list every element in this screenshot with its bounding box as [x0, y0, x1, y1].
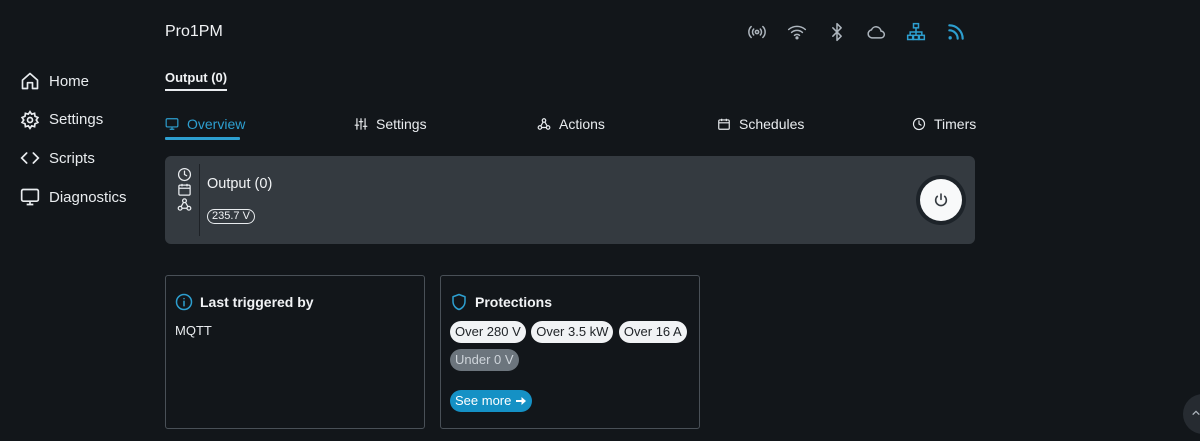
sidebar-item-label: Home: [49, 72, 90, 90]
tab-label: Timers: [934, 116, 977, 132]
protections-card: Protections Over 280 V Over 3.5 kW Over …: [440, 275, 700, 429]
rss-icon[interactable]: [946, 22, 966, 42]
tab-bar: Overview Settings Actions Schedules Time…: [165, 114, 976, 142]
code-icon: [20, 148, 40, 168]
protection-list: Over 280 V Over 3.5 kW Over 16 A Under 0…: [450, 321, 690, 377]
sidebar: Home Settings Scripts Diagnostics: [20, 70, 160, 225]
output-title: Output (0): [207, 176, 273, 192]
protection-badge: Over 3.5 kW: [531, 321, 614, 343]
sidebar-item-scripts[interactable]: Scripts: [20, 147, 160, 169]
arrow-right-icon: [515, 395, 527, 407]
card-title: Protections: [475, 294, 553, 310]
wifi-icon[interactable]: [787, 22, 807, 42]
chevron-up-icon: [1191, 408, 1200, 418]
sidebar-item-label: Settings: [49, 111, 104, 129]
output-card: Output (0) 235.7 V: [165, 156, 975, 244]
last-triggered-card: Last triggered by MQTT: [165, 275, 425, 429]
webhook-icon[interactable]: [177, 197, 193, 212]
tab-overview[interactable]: Overview: [165, 114, 245, 134]
active-tab-indicator: [165, 137, 240, 140]
shield-icon: [450, 293, 468, 311]
status-icons: [747, 22, 986, 42]
sidebar-item-label: Diagnostics: [49, 188, 127, 206]
tab-schedules[interactable]: Schedules: [717, 114, 804, 134]
tab-label: Settings: [376, 116, 427, 132]
webhook-icon: [537, 117, 551, 131]
sidebar-item-settings[interactable]: Settings: [20, 109, 160, 131]
home-icon: [20, 71, 40, 91]
sliders-icon: [354, 117, 368, 131]
info-icon: [175, 293, 193, 311]
tab-label: Overview: [187, 116, 246, 132]
tab-timers[interactable]: Timers: [912, 114, 976, 134]
tab-settings[interactable]: Settings: [354, 114, 427, 134]
voltage-badge: 235.7 V: [207, 209, 255, 224]
tab-label: Schedules: [739, 116, 805, 132]
output-tab[interactable]: Output (0): [165, 70, 228, 91]
network-icon[interactable]: [906, 22, 926, 42]
clock-icon: [912, 117, 926, 131]
output-status-icons: [177, 167, 193, 212]
sidebar-item-diagnostics[interactable]: Diagnostics: [20, 186, 160, 208]
radio-broadcast-icon[interactable]: [747, 22, 767, 42]
bluetooth-icon[interactable]: [827, 22, 847, 42]
cloud-icon[interactable]: [866, 22, 886, 42]
gear-icon: [20, 109, 40, 130]
monitor-icon: [20, 187, 40, 207]
clock-icon[interactable]: [177, 167, 193, 182]
power-icon: [933, 192, 949, 208]
card-header: Last triggered by: [175, 293, 314, 311]
calendar-icon[interactable]: [177, 182, 193, 197]
trigger-source: MQTT: [175, 323, 212, 338]
device-name: Pro1PM: [165, 23, 223, 40]
scroll-top-button[interactable]: [1183, 394, 1200, 434]
card-title: Last triggered by: [200, 294, 314, 310]
protection-badge: Over 16 A: [618, 321, 687, 343]
sidebar-item-home[interactable]: Home: [20, 70, 160, 92]
power-toggle-button[interactable]: [920, 179, 962, 221]
see-more-label: See more: [455, 393, 512, 408]
monitor-icon: [165, 117, 179, 131]
tab-actions[interactable]: Actions: [537, 114, 605, 134]
calendar-icon: [717, 117, 731, 131]
tab-label: Actions: [559, 116, 605, 132]
protection-badge-disabled: Under 0 V: [450, 349, 519, 371]
sidebar-item-label: Scripts: [49, 149, 95, 167]
see-more-button[interactable]: See more: [450, 390, 533, 412]
divider: [199, 164, 200, 236]
card-header: Protections: [450, 293, 552, 311]
protection-badge: Over 280 V: [450, 321, 526, 343]
